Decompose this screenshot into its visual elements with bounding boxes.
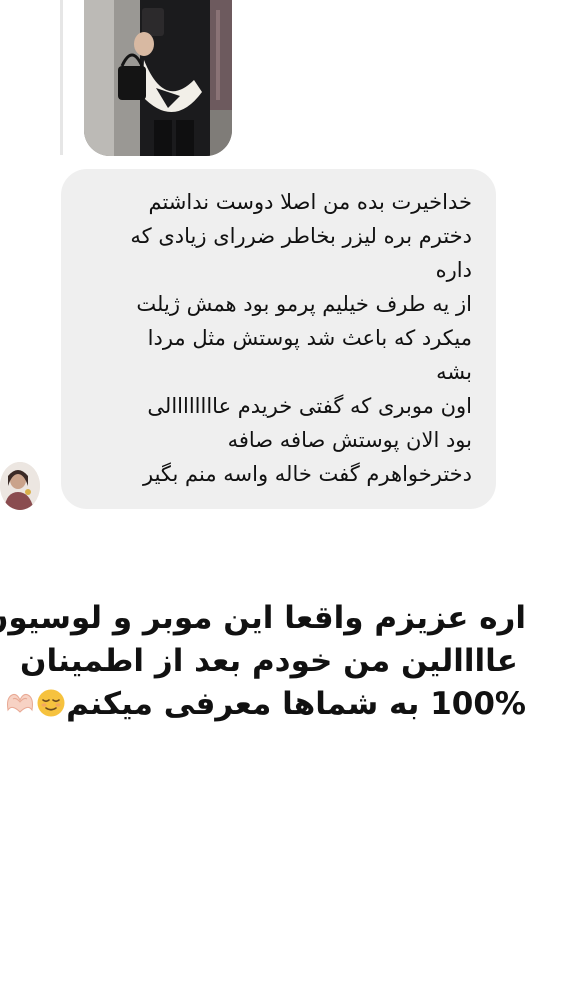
message-line-5: میکرد که باعث شد پوستش مثل مردا <box>147 326 472 350</box>
message-line-9: دخترخواهرم گفت خاله واسه منم بگیر <box>143 462 472 486</box>
relieved-face-icon <box>36 688 66 718</box>
caption-line-2: عاااالین من خودم بعد از اطمینان <box>20 643 518 679</box>
shared-photo[interactable] <box>84 0 232 156</box>
caption-line-3: 100% به شماها معرفی میکنم <box>7 683 526 726</box>
message-line-3: داره <box>435 258 472 282</box>
photo-image <box>84 0 232 156</box>
message-bubble: خداخیرت بده من اصلا دوست نداشتم دخترم بر… <box>61 169 496 509</box>
reply-thread-line <box>60 0 63 155</box>
heart-hands-icon <box>4 690 36 716</box>
message-line-6: بشه <box>436 360 472 384</box>
message-line-7: اون موبری که گفتی خریدم عاااااااالی <box>147 394 472 418</box>
message-line-4: از یه طرف خیلیم پرمو بود همش ژیلت <box>136 292 472 316</box>
message-line-8: بود الان پوستش صافه صافه <box>227 428 472 452</box>
caption-line-3-text: 100% به شماها معرفی میکنم <box>66 686 526 722</box>
story-caption: اره عزیزم واقعا این موبر و لوسیون عاااال… <box>0 597 526 726</box>
message-line-1: خداخیرت بده من اصلا دوست نداشتم <box>148 190 472 214</box>
caption-line-1: اره عزیزم واقعا این موبر و لوسیون <box>0 600 526 636</box>
message-line-2: دخترم بره لیزر بخاطر ضررای زیادی که <box>130 224 472 248</box>
sender-avatar[interactable] <box>0 462 40 510</box>
avatar-image <box>0 462 40 510</box>
